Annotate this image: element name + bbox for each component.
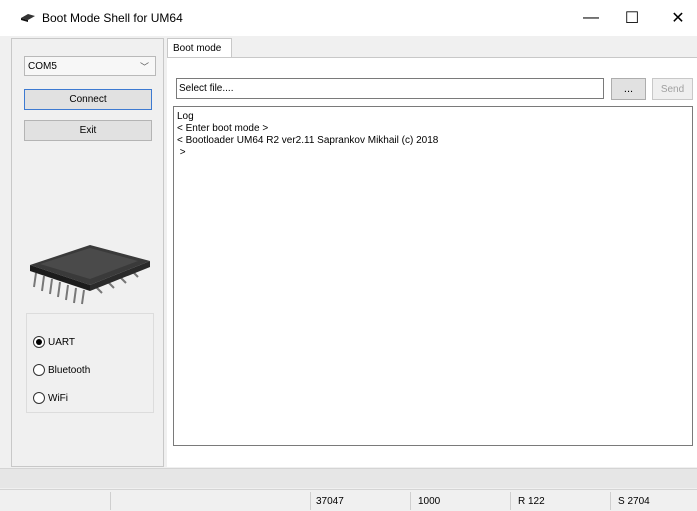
- status-separator: [110, 492, 111, 510]
- log-line: Log: [177, 111, 194, 122]
- close-button[interactable]: ✕: [655, 0, 697, 36]
- radio-label: UART: [48, 336, 76, 348]
- port-select-value: COM5: [28, 60, 57, 72]
- port-select[interactable]: COM5 ﹀: [24, 56, 156, 76]
- radio-label: Bluetooth: [48, 364, 91, 376]
- radio-wifi[interactable]: WiFi: [33, 392, 68, 404]
- log-line: >: [177, 147, 186, 158]
- title-bar: Boot Mode Shell for UM64 — ☐ ✕: [0, 0, 697, 36]
- status-separator: [510, 492, 511, 510]
- radio-checked-icon: [33, 336, 45, 348]
- radio-unchecked-icon: [33, 364, 45, 376]
- app-chip-icon: [21, 14, 35, 22]
- status-separator: [310, 492, 311, 510]
- status-bar: 37047 1000 R 122 S 2704: [0, 489, 697, 511]
- radio-bluetooth[interactable]: Bluetooth: [33, 364, 90, 376]
- minimize-button[interactable]: —: [568, 0, 614, 36]
- bottom-strip: [0, 468, 697, 488]
- status-separator: [610, 492, 611, 510]
- radio-unchecked-icon: [33, 392, 45, 404]
- left-panel: COM5 ﹀ Connect Exit UART Bluetooth WiFi: [11, 38, 164, 467]
- connect-button[interactable]: Connect: [24, 89, 152, 110]
- chevron-down-icon: ﹀: [139, 62, 149, 72]
- status-counter: 37047: [316, 496, 344, 507]
- file-path-input[interactable]: Select file....: [176, 78, 604, 99]
- exit-button[interactable]: Exit: [24, 120, 152, 141]
- send-button[interactable]: Send: [652, 78, 693, 100]
- browse-button[interactable]: ...: [611, 78, 646, 100]
- status-sent: S 2704: [618, 496, 650, 507]
- log-line: < Bootloader UM64 R2 ver2.11 Saprankov M…: [177, 135, 439, 146]
- log-textarea[interactable]: Log < Enter boot mode > < Bootloader UM6…: [173, 106, 693, 446]
- status-baud: 1000: [418, 496, 441, 507]
- status-separator: [410, 492, 411, 510]
- window-title: Boot Mode Shell for UM64: [42, 11, 183, 25]
- radio-label: WiFi: [48, 392, 68, 404]
- main-window: Boot Mode Shell for UM64 — ☐ ✕ COM5 ﹀ Co…: [0, 0, 697, 511]
- connection-type-group: UART Bluetooth WiFi: [26, 313, 154, 413]
- microchip-image: [30, 245, 150, 305]
- log-line: < Enter boot mode >: [177, 123, 269, 134]
- radio-uart[interactable]: UART: [33, 336, 75, 348]
- tab-boot-mode[interactable]: Boot mode: [167, 38, 232, 58]
- maximize-button[interactable]: ☐: [609, 0, 655, 36]
- status-received: R 122: [518, 496, 545, 507]
